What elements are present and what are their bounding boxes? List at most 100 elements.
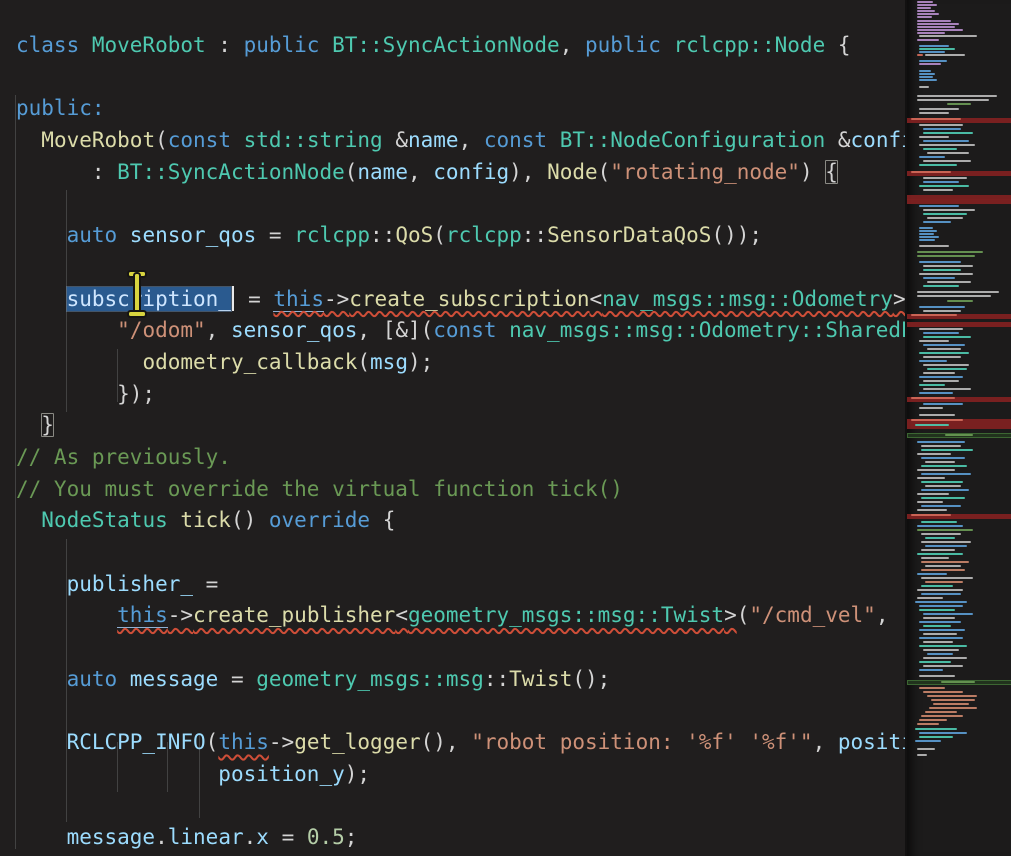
code-token: () xyxy=(231,508,269,532)
minimap-line xyxy=(919,35,977,37)
code-token: auto xyxy=(67,223,130,247)
minimap-line xyxy=(923,691,963,693)
code-token: ( xyxy=(155,128,168,152)
minimap-line xyxy=(917,573,947,575)
minimap-line xyxy=(919,185,969,187)
minimap[interactable] xyxy=(905,0,1011,856)
code-line xyxy=(16,791,905,823)
code-token xyxy=(16,603,117,627)
minimap-line xyxy=(923,148,957,150)
minimap-line xyxy=(921,585,953,587)
code-token: rclcpp xyxy=(294,223,370,247)
minimap-line xyxy=(921,557,949,559)
code-token: override xyxy=(269,508,383,532)
minimap-line xyxy=(917,7,931,9)
minimap-line xyxy=(919,645,967,647)
code-token: = xyxy=(269,223,294,247)
code-token: name xyxy=(357,160,408,184)
code-token: MoveRobot xyxy=(41,128,155,152)
code-token: public xyxy=(585,33,674,57)
code-token: linear xyxy=(168,825,244,849)
minimap-line xyxy=(917,54,923,56)
code-token: // As previously. xyxy=(16,445,231,469)
minimap-line xyxy=(921,561,969,563)
minimap-line xyxy=(919,629,965,631)
minimap-line xyxy=(917,1,933,3)
minimap-line xyxy=(925,711,957,713)
minimap-line xyxy=(923,265,973,267)
minimap-line xyxy=(919,407,943,409)
minimap-line xyxy=(919,306,965,308)
minimap-line xyxy=(917,95,997,97)
minimap-line xyxy=(911,118,961,120)
code-line: position_y); xyxy=(16,759,905,791)
minimap-line xyxy=(919,86,929,88)
code-token: , xyxy=(813,730,838,754)
code-token: // You must override the virtual functio… xyxy=(16,477,623,501)
code-token: odometry_callback xyxy=(142,350,357,374)
code-line xyxy=(16,188,905,220)
code-token xyxy=(16,762,218,786)
code-line xyxy=(16,695,905,727)
code-token: ( xyxy=(357,350,370,374)
minimap-line xyxy=(919,236,939,238)
code-token: this xyxy=(117,603,168,628)
code-line: } xyxy=(16,410,905,442)
minimap-line xyxy=(917,32,945,34)
code-token xyxy=(16,350,142,374)
minimap-line xyxy=(917,291,999,293)
code-token xyxy=(16,318,117,342)
minimap-line xyxy=(917,13,939,15)
minimap-line xyxy=(923,403,963,405)
minimap-line xyxy=(919,414,955,416)
code-token: message xyxy=(67,825,156,849)
code-token: (), xyxy=(421,730,472,754)
code-line: "/odom", sensor_qos, [&](const nav_msgs:… xyxy=(16,315,905,347)
minimap-line xyxy=(921,505,961,507)
code-token: sensor_qos xyxy=(130,223,269,247)
code-token: auto xyxy=(67,667,130,691)
minimap-line xyxy=(921,489,969,491)
code-token: msg xyxy=(370,350,408,374)
code-token: const xyxy=(484,128,560,152)
minimap-line xyxy=(941,681,975,683)
minimap-line xyxy=(945,434,973,436)
minimap-line xyxy=(919,73,935,75)
minimap-line xyxy=(923,625,951,627)
code-token: subscription_ xyxy=(67,287,231,311)
code-token: , xyxy=(408,160,433,184)
minimap-line xyxy=(923,344,965,346)
minimap-line xyxy=(919,719,947,721)
code-token: ( xyxy=(345,160,358,184)
code-token: } xyxy=(41,413,54,437)
minimap-line xyxy=(917,251,983,253)
code-token: MoveRobot xyxy=(92,33,206,57)
code-token: name xyxy=(408,128,459,152)
code-token: . xyxy=(155,825,168,849)
minimap-line xyxy=(919,79,937,81)
minimap-line xyxy=(923,209,975,211)
code-line: NodeStatus tick() override { xyxy=(16,505,905,537)
code-token: public: xyxy=(16,96,105,120)
code-token: Node xyxy=(547,160,598,184)
minimap-line xyxy=(917,4,937,6)
code-token: { xyxy=(825,160,838,184)
code-token: ( xyxy=(206,730,219,754)
minimap-line xyxy=(929,707,977,709)
code-token: , xyxy=(876,603,889,627)
minimap-line xyxy=(921,541,971,543)
code-token: tick xyxy=(180,508,231,532)
minimap-line xyxy=(925,565,961,567)
code-token xyxy=(16,825,67,849)
minimap-line xyxy=(923,189,953,191)
minimap-line xyxy=(917,509,947,511)
code-token: ); xyxy=(408,350,433,374)
minimap-line xyxy=(919,144,975,146)
code-token: < xyxy=(395,603,408,627)
code-editor-pane[interactable]: class MoveRobot : public BT::SyncActionN… xyxy=(0,0,905,856)
minimap-line xyxy=(919,233,934,235)
code-token: publisher_ xyxy=(67,572,206,596)
code-token: "rotating_node" xyxy=(610,160,800,184)
code-token: BT::SyncActionNode xyxy=(332,33,560,57)
code-line: public: xyxy=(16,93,905,125)
